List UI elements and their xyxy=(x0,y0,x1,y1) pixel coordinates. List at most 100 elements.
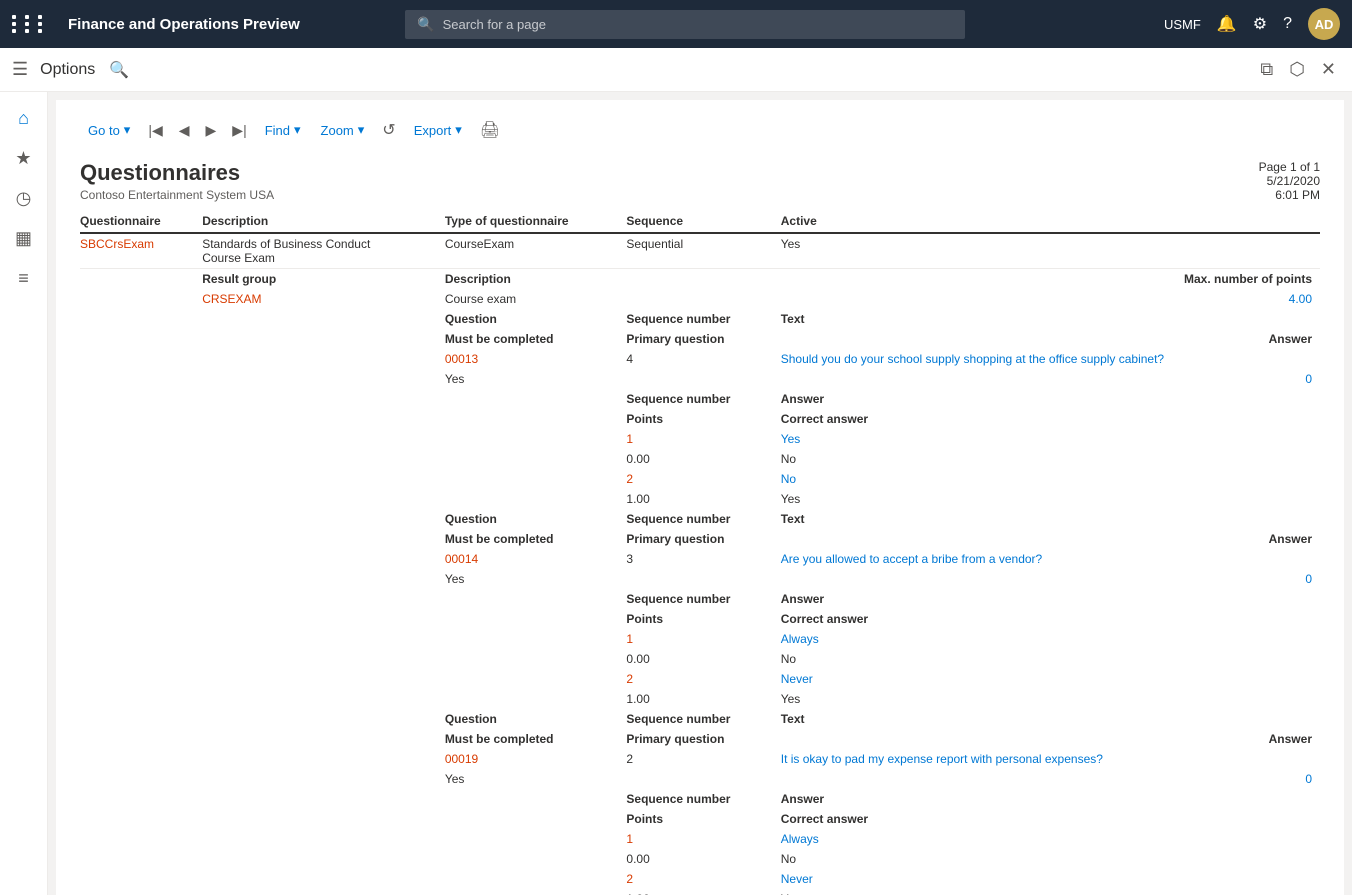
user-avatar[interactable]: AD xyxy=(1308,8,1340,40)
col-sequence: Sequence xyxy=(626,210,780,233)
first-page-button[interactable]: |◀ xyxy=(142,118,168,143)
export-chevron-icon: ▾ xyxy=(455,122,462,138)
answer-data-row-3b: 2 Never xyxy=(80,869,1320,889)
a-text-1b: No xyxy=(781,469,1320,489)
sidebar-item-home[interactable]: ⌂ xyxy=(6,100,42,136)
answer-data-row-1a: 1 Yes xyxy=(80,429,1320,449)
answer-subheader-row-2: Points Correct answer xyxy=(80,609,1320,629)
rg-id-link[interactable]: CRSEXAM xyxy=(202,292,261,306)
questionnaires-table: Questionnaire Description Type of questi… xyxy=(80,210,1320,895)
col-type: Type of questionnaire xyxy=(445,210,627,233)
question-data-row-3: 00019 2 It is okay to pad my expense rep… xyxy=(80,749,1320,769)
app-title: Finance and Operations Preview xyxy=(68,16,300,33)
answer-data-row-3a: 1 Always xyxy=(80,829,1320,849)
sidebar-item-modules[interactable]: ≡ xyxy=(6,260,42,296)
next-page-button[interactable]: ▶ xyxy=(200,118,223,143)
cell-sequence: Sequential xyxy=(626,233,780,269)
table-row: SBCCrsExam Standards of Business Conduct… xyxy=(80,233,1320,269)
rg-col-label: Result group xyxy=(202,269,445,290)
q-id-link-2[interactable]: 00014 xyxy=(445,552,478,566)
q-col-text: Text xyxy=(781,309,1320,329)
col-active: Active xyxy=(781,210,1320,233)
prev-page-button[interactable]: ◀ xyxy=(173,118,196,143)
goto-chevron-icon: ▾ xyxy=(124,122,131,138)
a-pts-1a: 0.00 xyxy=(626,449,780,469)
hamburger-icon[interactable]: ☰ xyxy=(12,59,28,80)
answer-header-row-3: Sequence number Answer xyxy=(80,789,1320,809)
goto-button[interactable]: Go to ▾ xyxy=(80,118,138,142)
a-seq-1a: 1 xyxy=(626,429,780,449)
last-page-button[interactable]: ▶| xyxy=(226,118,252,143)
report-subtitle: Contoso Entertainment System USA xyxy=(80,188,274,202)
answer-pts-row-1b: 1.00 Yes xyxy=(80,489,1320,509)
report-toolbar: Go to ▾ |◀ ◀ ▶ ▶| Find ▾ Zoom ▾ ↺ Export xyxy=(80,116,1320,144)
question-meta-row-3: Yes 0 xyxy=(80,769,1320,789)
rg-col-max-label: Max. number of points xyxy=(626,269,1320,290)
rg-id: CRSEXAM xyxy=(202,289,445,309)
help-icon[interactable]: ? xyxy=(1283,15,1292,33)
export-button[interactable]: Export ▾ xyxy=(406,118,470,142)
cell-description: Standards of Business Conduct Course Exa… xyxy=(202,233,445,269)
a-col-seqnum-1: Sequence number xyxy=(626,389,780,409)
question-meta-row-2: Yes 0 xyxy=(80,569,1320,589)
print-button[interactable]: 🖨 xyxy=(474,116,506,144)
cell-active: Yes xyxy=(781,233,1320,269)
close-button[interactable]: ✕ xyxy=(1317,55,1340,84)
toggle-view-button[interactable]: ⧉ xyxy=(1256,55,1277,84)
questionnaire-id-link[interactable]: SBCCrsExam xyxy=(80,237,154,251)
sidebar: ⌂ ★ ◷ ▦ ≡ xyxy=(0,92,48,895)
col-description: Description xyxy=(202,210,445,233)
report-date: 5/21/2020 xyxy=(1259,174,1320,188)
sidebar-item-recent[interactable]: ◷ xyxy=(6,180,42,216)
question-data-row-2: 00014 3 Are you allowed to accept a brib… xyxy=(80,549,1320,569)
open-new-window-button[interactable]: ⬡ xyxy=(1285,55,1309,84)
company-label: USMF xyxy=(1164,17,1201,32)
question-subheader-row-1: Must be completed Primary question Answe… xyxy=(80,329,1320,349)
cell-type: CourseExam xyxy=(445,233,627,269)
sec-nav-search-icon[interactable]: 🔍 xyxy=(109,60,129,80)
q-text-1: Should you do your school supply shoppin… xyxy=(781,349,1320,369)
result-group-header-row: Result group Description Max. number of … xyxy=(80,269,1320,290)
table-header-row: Questionnaire Description Type of questi… xyxy=(80,210,1320,233)
settings-icon[interactable]: ⚙ xyxy=(1253,14,1267,34)
layout: ⌂ ★ ◷ ▦ ≡ Go to ▾ |◀ ◀ ▶ ▶| Find ▾ xyxy=(0,92,1352,895)
a-seq-1b: 2 xyxy=(626,469,780,489)
search-input[interactable] xyxy=(443,17,954,32)
goto-label: Go to xyxy=(88,123,120,138)
answer-data-row-2a: 1 Always xyxy=(80,629,1320,649)
search-icon: 🔍 xyxy=(417,16,434,33)
zoom-button[interactable]: Zoom ▾ xyxy=(313,118,373,142)
sidebar-item-favorites[interactable]: ★ xyxy=(6,140,42,176)
notifications-icon[interactable]: 🔔 xyxy=(1217,14,1237,34)
a-text-1a: Yes xyxy=(781,429,1320,449)
q-id-link-1[interactable]: 00013 xyxy=(445,352,478,366)
export-label: Export xyxy=(414,123,452,138)
find-button[interactable]: Find ▾ xyxy=(257,118,309,142)
q-id-1: 00013 xyxy=(445,349,627,369)
q-col-seqnum: Sequence number xyxy=(626,309,780,329)
question-header-row-3: Question Sequence number Text xyxy=(80,709,1320,729)
report-meta: Page 1 of 1 5/21/2020 6:01 PM xyxy=(1259,160,1320,202)
content-panel: Go to ▾ |◀ ◀ ▶ ▶| Find ▾ Zoom ▾ ↺ Export xyxy=(56,100,1344,895)
a-correct-1a: No xyxy=(781,449,1320,469)
q-id-link-3[interactable]: 00019 xyxy=(445,752,478,766)
page-info: Page 1 of 1 xyxy=(1259,160,1320,174)
answer-subheader-row-3: Points Correct answer xyxy=(80,809,1320,829)
answer-pts-row-2b: 1.00 Yes xyxy=(80,689,1320,709)
a-correct-1b: Yes xyxy=(781,489,1320,509)
q-col-question: Question xyxy=(445,309,627,329)
q-answer-1: 0 xyxy=(781,369,1320,389)
search-bar[interactable]: 🔍 xyxy=(405,10,965,39)
col-questionnaire: Questionnaire xyxy=(80,210,202,233)
a-pts-1b: 1.00 xyxy=(626,489,780,509)
sec-nav: ☰ Options 🔍 ⧉ ⬡ ✕ xyxy=(0,48,1352,92)
app-grid-icon[interactable] xyxy=(12,15,48,33)
answer-subheader-row-1: Points Correct answer xyxy=(80,409,1320,429)
sec-nav-actions: ⧉ ⬡ ✕ xyxy=(1256,55,1340,84)
refresh-button[interactable]: ↺ xyxy=(376,116,401,144)
rg-max: 4.00 xyxy=(626,289,1320,309)
sidebar-item-workspaces[interactable]: ▦ xyxy=(6,220,42,256)
zoom-chevron-icon: ▾ xyxy=(358,122,365,138)
q-col-primary: Primary question xyxy=(626,329,780,349)
find-label: Find xyxy=(265,123,290,138)
